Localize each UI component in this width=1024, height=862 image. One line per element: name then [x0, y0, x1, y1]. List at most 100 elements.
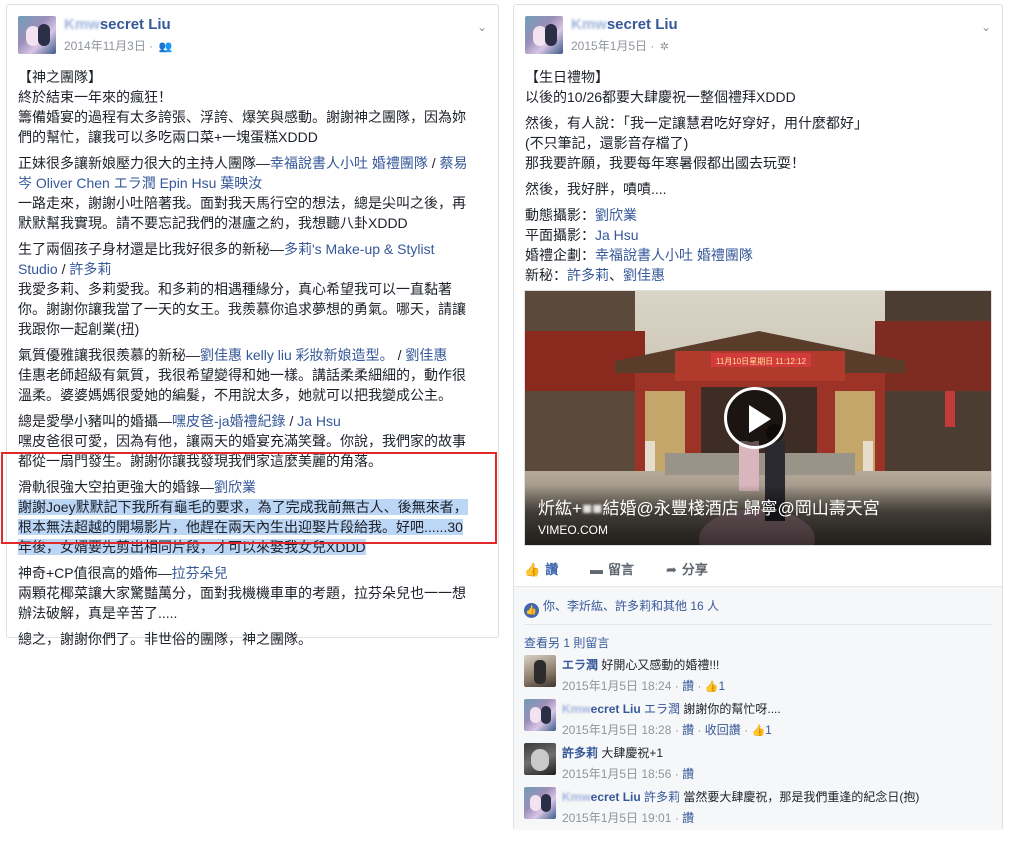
tag-link[interactable]: 劉佳惠 kelly liu 彩妝新娘造型。	[200, 347, 394, 363]
text-segment: /	[427, 155, 440, 171]
text-segment: 氣質優雅讓我很羨慕的新秘—	[18, 347, 200, 363]
post-paragraph: 氣質優雅讓我很羨慕的新秘—劉佳惠 kelly liu 彩妝新娘造型。 / 劉佳惠…	[18, 345, 490, 405]
video-attachment[interactable]: 11月10日星期日 11:12:12 炘紘+■■結婚@永豐棧酒店 歸寧@岡山壽天…	[524, 290, 992, 546]
tag-link[interactable]: 劉佳惠	[405, 347, 447, 363]
comment-like-link[interactable]: 讚	[682, 767, 694, 781]
post-actions: 👍 讚 ▬ 留言 ➦ 分享	[524, 559, 992, 581]
commenter-name[interactable]: Kmwecret Liu	[562, 702, 641, 716]
commenter-avatar[interactable]	[524, 655, 556, 687]
text-segment: 辦法破解，真是辛苦了.....	[18, 605, 178, 621]
poster-avatar[interactable]	[525, 16, 563, 54]
text-line: 默默幫我實現。請不要忘記我們的湛廬之約，我想聽八卦XDDD	[18, 213, 490, 233]
tag-link[interactable]: 岑 Oliver Chen エラ潤 Epin Hsu 葉映汝	[18, 175, 262, 191]
chevron-down-icon[interactable]: ⌄	[981, 20, 991, 34]
comment-time[interactable]: 2015年1月5日 18:56	[562, 767, 671, 781]
post-paragraph: 然後，我好胖，嘖嘖....	[525, 179, 994, 199]
comment-item: Kmwecret Liu 許多莉 當然要大肆慶祝，那是我們重逢的紀念日(抱) 20…	[524, 787, 992, 827]
view-more-comments-link[interactable]: 查看另 1 則留言	[524, 634, 609, 651]
text-segment: /	[57, 261, 70, 277]
text-line: 辦法破解，真是辛苦了.....	[18, 603, 490, 623]
tag-link[interactable]: 劉欣業	[595, 207, 637, 223]
comment-unlike-link[interactable]: 收回讚	[705, 723, 741, 737]
text-segment: 溫柔。婆婆媽媽很愛她的編髮，不用說太多，她就可以把我變成公主。	[18, 387, 452, 403]
text-segment: 默默幫我實現。請不要忘記我們的湛廬之約，我想聽八卦XDDD	[18, 215, 408, 231]
tag-link[interactable]: 幸福說書人小吐 婚禮團隊	[270, 155, 428, 171]
poster-avatar[interactable]	[18, 16, 56, 54]
friends-icon[interactable]: 👥	[159, 40, 173, 53]
comment-text-line: Kmwecret Liu エラ潤 謝謝你的幫忙呀....	[562, 700, 781, 717]
text-segment: 一路走來，謝謝小吐陪著我。面對我天馬行空的想法，總是尖叫之後，再	[18, 195, 466, 211]
text-line: 神奇+CP值很高的婚佈—拉芬朵兒	[18, 563, 490, 583]
video-caption: 炘紘+■■結婚@永豐棧酒店 歸寧@岡山壽天宮 VIMEO.COM	[525, 485, 991, 545]
poster-name[interactable]: Kmwsecret Liu	[571, 16, 678, 33]
comment-item: エラ潤 好開心又感動的婚禮!!! 2015年1月5日 18:24 · 讚 · 👍1	[524, 655, 992, 695]
text-segment: 然後，有人說：「我一定讓慧君吃好穿好，用什麼都好」	[525, 115, 868, 131]
post-paragraph: 動態攝影：劉欣業 平面攝影：Ja Hsu 婚禮企劃：幸福說書人小吐 婚禮團隊 新秘：許…	[525, 205, 994, 285]
tag-link[interactable]: 幸福說書人小吐 婚禮團隊	[595, 247, 753, 263]
video-title[interactable]: 炘紘+■■結婚@永豐棧酒店 歸寧@岡山壽天宮	[538, 494, 880, 519]
comment-meta: 2015年1月5日 18:24 · 讚 · 👍1	[562, 679, 726, 693]
thumbs-up-icon: 👍	[751, 725, 766, 737]
comment-text: 當然要大肆慶祝，那是我們重逢的紀念日(抱)	[683, 790, 920, 804]
comment-item: Kmwecret Liu エラ潤 謝謝你的幫忙呀.... 2015年1月5日 18…	[524, 699, 992, 739]
text-segment: 總是愛學小豬叫的婚攝—	[18, 413, 172, 429]
comment-time[interactable]: 2015年1月5日 18:24	[562, 679, 671, 693]
tag-link[interactable]: 許多莉	[69, 261, 111, 277]
comment-like-link[interactable]: 讚	[682, 723, 694, 737]
mention-link[interactable]: 許多莉	[644, 790, 680, 804]
comment-text-line: 許多莉 大肆慶祝+1	[562, 744, 663, 761]
text-line: 岑 Oliver Chen エラ潤 Epin Hsu 葉映汝	[18, 173, 490, 193]
poster-name[interactable]: Kmwsecret Liu	[64, 16, 171, 33]
tag-link[interactable]: 劉佳惠	[623, 267, 665, 283]
text-segment: 【生日禮物】	[525, 69, 609, 85]
mention-link[interactable]: エラ潤	[644, 702, 680, 716]
like-button[interactable]: 👍 讚	[524, 559, 558, 578]
tag-link[interactable]: 許多莉	[567, 267, 609, 283]
comment-button[interactable]: ▬ 留言	[590, 559, 634, 578]
text-line: 正妹很多讓新娘壓力很大的主持人團隊—幸福說書人小吐 婚禮團隊 / 蔡易	[18, 153, 490, 173]
tag-link[interactable]: Ja Hsu	[297, 413, 341, 429]
likes-summary[interactable]: 👍 你、李炘紘、許多莉和其他 16 人	[524, 597, 719, 618]
comment-meta: 2015年1月5日 19:01 · 讚	[562, 811, 695, 825]
tag-link[interactable]: Ja Hsu	[595, 227, 639, 243]
comment-like-count[interactable]: 1	[765, 723, 772, 737]
commenter-avatar[interactable]	[524, 787, 556, 819]
temple-sign-text: 11月10日星期日 11:12:12	[716, 357, 807, 366]
comment-like-count[interactable]: 1	[718, 679, 725, 693]
text-line: 然後，我好胖，嘖嘖....	[525, 179, 994, 199]
commenter-name[interactable]: Kmwecret Liu	[562, 790, 641, 804]
commenter-avatar[interactable]	[524, 699, 556, 731]
play-icon	[749, 405, 771, 433]
commenter-name[interactable]: 許多莉	[562, 746, 598, 760]
tag-link[interactable]: 多莉's Make-up & Stylist	[284, 241, 435, 257]
comment-like-link[interactable]: 讚	[682, 811, 694, 825]
text-line: 【生日禮物】	[525, 67, 994, 87]
post-date[interactable]: 2014年11月3日	[64, 39, 146, 53]
tag-link[interactable]: Studio	[18, 261, 58, 277]
tag-link[interactable]: 蔡易	[440, 155, 468, 171]
text-segment: 生了兩個孩子身材還是比我好很多的新秘—	[18, 241, 284, 257]
comment-text-line: エラ潤 好開心又感動的婚禮!!!	[562, 656, 719, 673]
tag-link[interactable]: 嘿皮爸-ja婚禮紀錄	[172, 413, 286, 429]
globe-icon[interactable]: ✲	[660, 40, 669, 53]
post-paragraph: 【神之團隊】 終於結束一年來的瘋狂！ 籌備婚宴的過程有太多誇張、浮誇、爆笑與感動。謝…	[18, 67, 490, 147]
comment-like-link[interactable]: 讚	[682, 679, 694, 693]
share-button[interactable]: ➦ 分享	[666, 559, 708, 578]
text-line: 氣質優雅讓我很羨慕的新秘—劉佳惠 kelly liu 彩妝新娘造型。 / 劉佳惠	[18, 345, 490, 365]
commenter-avatar[interactable]	[524, 743, 556, 775]
commenter-name[interactable]: エラ潤	[562, 658, 598, 672]
video-source: VIMEO.COM	[538, 523, 609, 537]
comment-time[interactable]: 2015年1月5日 18:28	[562, 723, 671, 737]
comment-text-line: Kmwecret Liu 許多莉 當然要大肆慶祝，那是我們重逢的紀念日(抱)	[562, 788, 919, 805]
post-date[interactable]: 2015年1月5日	[571, 39, 647, 53]
tag-link[interactable]: 拉芬朵兒	[172, 565, 228, 581]
comment-item: 許多莉 大肆慶祝+1 2015年1月5日 18:56 · 讚	[524, 743, 992, 783]
highlight-box	[1, 452, 497, 544]
comment-time[interactable]: 2015年1月5日 19:01	[562, 811, 671, 825]
text-segment: 以後的10/26都要大肆慶祝一整個禮拜XDDD	[525, 89, 796, 105]
play-button[interactable]	[724, 387, 786, 449]
post-paragraph: 總之，謝謝你們了。非世俗的團隊，神之團隊。	[18, 629, 490, 649]
text-line: 們的幫忙，讓我可以多吃兩口菜+一塊蛋糕XDDD	[18, 127, 490, 147]
chevron-down-icon[interactable]: ⌄	[477, 20, 487, 34]
text-segment: 神奇+CP值很高的婚佈—	[18, 565, 172, 581]
